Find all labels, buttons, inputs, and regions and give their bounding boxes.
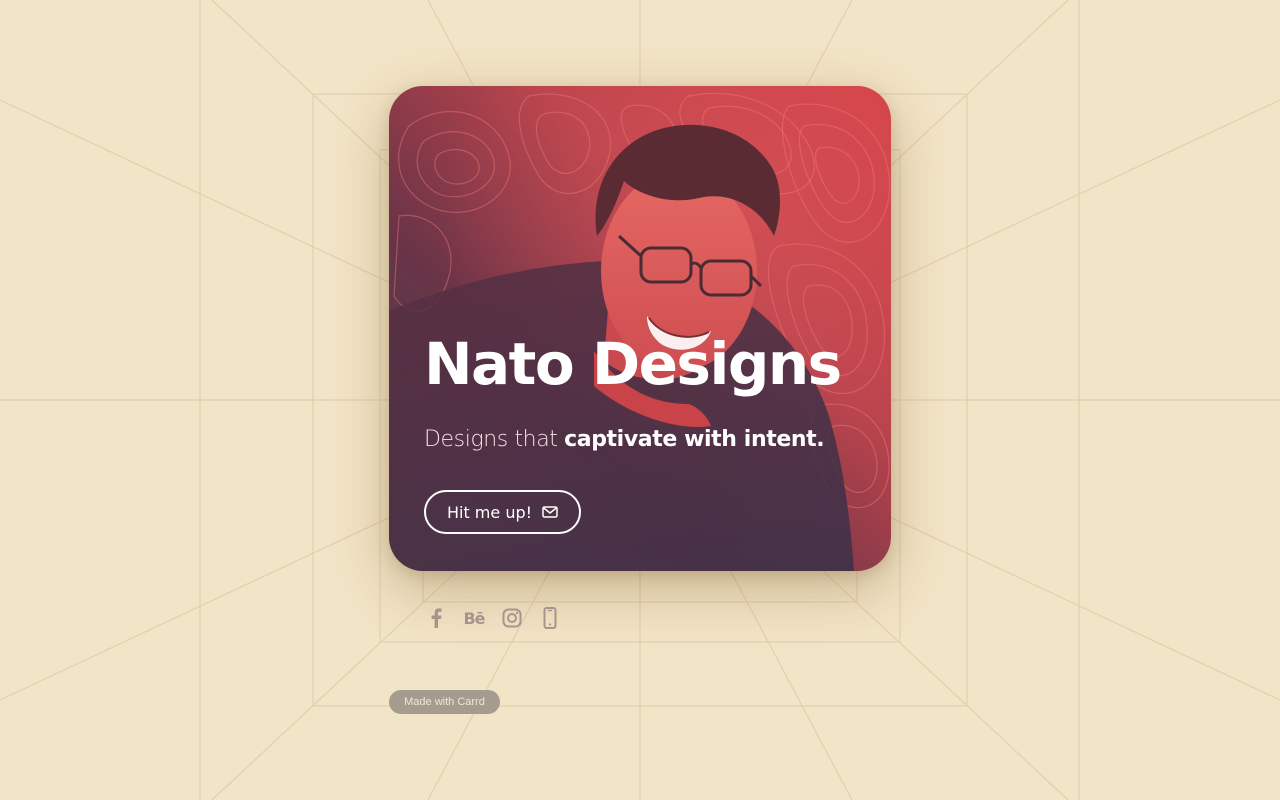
tagline-bold: captivate with intent. <box>564 427 825 452</box>
contact-button-label: Hit me up! <box>446 502 533 522</box>
made-with-carrd-badge[interactable]: Made with Carrd <box>389 690 500 714</box>
phone-icon[interactable] <box>538 606 562 630</box>
instagram-icon[interactable] <box>500 606 524 630</box>
profile-card: Nato Designs Designs that captivate with… <box>389 86 891 571</box>
behance-icon[interactable]: Bē <box>462 606 486 630</box>
tagline-light: Designs that <box>424 427 565 452</box>
contact-button[interactable]: Hit me up! <box>424 490 581 534</box>
social-links: Bē <box>424 606 562 630</box>
card-title: Nato Designs <box>424 330 842 398</box>
behance-icon-text: Bē <box>463 608 485 628</box>
facebook-icon[interactable] <box>424 606 448 630</box>
card-tagline: Designs that captivate with intent. <box>424 427 825 452</box>
mail-icon <box>542 506 558 518</box>
